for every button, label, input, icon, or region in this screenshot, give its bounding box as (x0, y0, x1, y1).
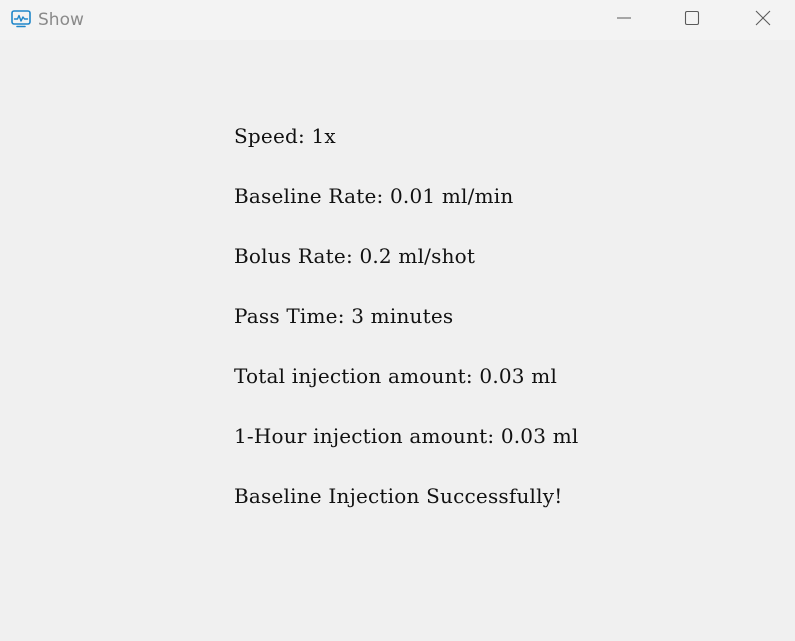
minimize-button[interactable] (601, 0, 647, 40)
monitor-chart-icon (11, 10, 31, 28)
speed-label: Speed: 1x (234, 124, 336, 148)
status-message: Baseline Injection Successfully! (234, 484, 563, 508)
hour-injection-label: 1-Hour injection amount: 0.03 ml (234, 424, 579, 448)
close-icon (755, 10, 771, 31)
close-button[interactable] (740, 0, 786, 40)
total-injection-label: Total injection amount: 0.03 ml (234, 364, 558, 388)
pass-time-label: Pass Time: 3 minutes (234, 304, 454, 328)
maximize-icon (684, 10, 700, 31)
maximize-button[interactable] (669, 0, 715, 40)
app-window: Show Speed: 1x Baseline Rate: 0.01 ml/mi… (0, 0, 795, 641)
bolus-rate-label: Bolus Rate: 0.2 ml/shot (234, 244, 476, 268)
window-title: Show (38, 10, 84, 30)
minimize-icon (616, 10, 632, 31)
baseline-rate-label: Baseline Rate: 0.01 ml/min (234, 184, 514, 208)
info-panel: Speed: 1x Baseline Rate: 0.01 ml/min Bol… (234, 120, 754, 540)
title-bar[interactable]: Show (0, 0, 795, 40)
